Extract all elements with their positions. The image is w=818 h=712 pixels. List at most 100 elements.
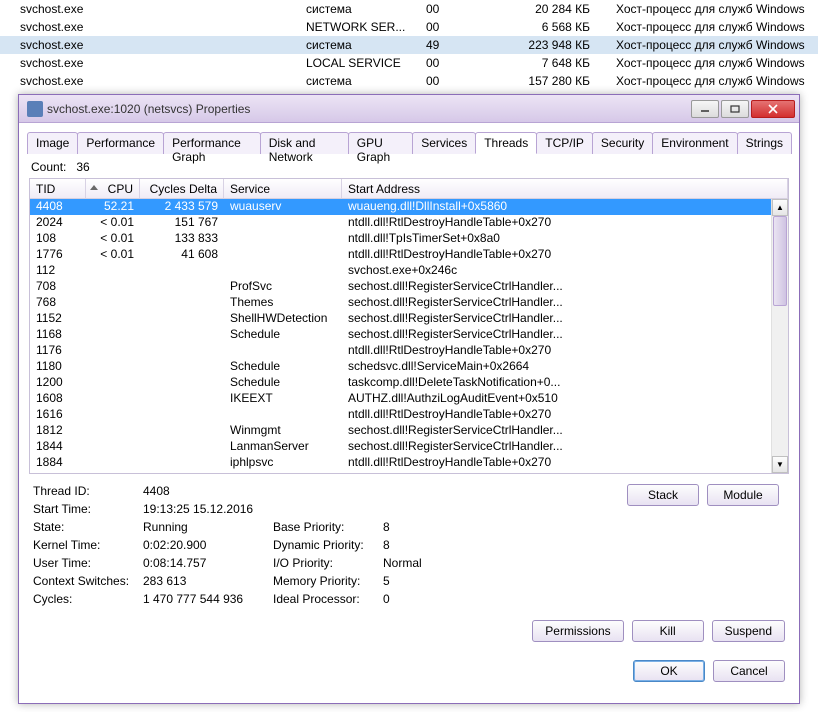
- col-cpu[interactable]: CPU: [86, 179, 140, 198]
- scroll-thumb[interactable]: [773, 216, 787, 306]
- process-desc: Хост-процесс для служб Windows: [610, 54, 818, 72]
- tab-strings[interactable]: Strings: [737, 132, 792, 154]
- thread-row[interactable]: 1200Scheduletaskcomp.dll!DeleteTaskNotif…: [30, 375, 771, 391]
- thread-service: ProfSvc: [224, 279, 342, 295]
- thread-row[interactable]: 708ProfSvcsechost.dll!RegisterServiceCtr…: [30, 279, 771, 295]
- dynamic-priority-value: 8: [383, 538, 463, 552]
- process-row[interactable]: svchost.exeNETWORK SER...006 568 КБХост-…: [0, 18, 818, 36]
- list-header[interactable]: TID CPU Cycles Delta Service Start Addre…: [30, 179, 788, 199]
- process-mem: 7 648 КБ: [470, 54, 610, 72]
- thread-service: Winmgmt: [224, 423, 342, 439]
- tab-performance[interactable]: Performance: [77, 132, 164, 154]
- process-name: svchost.exe: [0, 36, 300, 54]
- thread-cycles: 151 767: [140, 215, 224, 231]
- minimize-button[interactable]: [691, 100, 719, 118]
- ok-button[interactable]: OK: [633, 660, 705, 682]
- scroll-down-icon[interactable]: ▼: [772, 456, 788, 473]
- base-priority-value: 8: [383, 520, 463, 534]
- thread-tid: 108: [30, 231, 86, 247]
- thread-tid: 768: [30, 295, 86, 311]
- thread-tid: 4408: [30, 199, 86, 215]
- tab-services[interactable]: Services: [412, 132, 476, 154]
- io-priority-label: I/O Priority:: [273, 556, 383, 570]
- thread-id-value: 4408: [143, 484, 273, 498]
- maximize-button[interactable]: [721, 100, 749, 118]
- tab-strip: ImagePerformancePerformance GraphDisk an…: [27, 131, 791, 154]
- permissions-button[interactable]: Permissions: [532, 620, 623, 642]
- thread-service: iphlpsvc: [224, 455, 342, 471]
- tab-threads[interactable]: Threads: [475, 132, 537, 154]
- state-label: State:: [33, 520, 143, 534]
- cancel-button[interactable]: Cancel: [713, 660, 785, 682]
- tab-environment[interactable]: Environment: [652, 132, 737, 154]
- module-button[interactable]: Module: [707, 484, 779, 506]
- tab-gpu-graph[interactable]: GPU Graph: [348, 132, 413, 154]
- thread-service: Schedule: [224, 327, 342, 343]
- title-text: svchost.exe:1020 (netsvcs) Properties: [47, 102, 691, 116]
- thread-address: sechost.dll!RegisterServiceCtrlHandler..…: [342, 423, 771, 439]
- col-service[interactable]: Service: [224, 179, 342, 198]
- tab-performance-graph[interactable]: Performance Graph: [163, 132, 261, 154]
- thread-row[interactable]: 1616ntdll.dll!RtlDestroyHandleTable+0x27…: [30, 407, 771, 423]
- tab-image[interactable]: Image: [27, 132, 78, 154]
- process-row[interactable]: svchost.exeLOCAL SERVICE007 648 КБХост-п…: [0, 54, 818, 72]
- count-value: 36: [76, 160, 89, 174]
- thread-row[interactable]: 108< 0.01133 833ntdll.dll!TpIsTimerSet+0…: [30, 231, 771, 247]
- context-switches-value: 283 613: [143, 574, 273, 588]
- thread-address: ntdll.dll!RtlDestroyHandleTable+0x270: [342, 455, 771, 471]
- thread-row[interactable]: 1844LanmanServersechost.dll!RegisterServ…: [30, 439, 771, 455]
- thread-cycles: [140, 263, 224, 279]
- thread-address: sechost.dll!RegisterServiceCtrlHandler..…: [342, 311, 771, 327]
- thread-service: [224, 215, 342, 231]
- process-user: система: [300, 0, 420, 18]
- scroll-track[interactable]: [772, 216, 788, 456]
- thread-address: schedsvc.dll!ServiceMain+0x2664: [342, 359, 771, 375]
- thread-row[interactable]: 440852.212 433 579wuauservwuaueng.dll!Dl…: [30, 199, 771, 215]
- thread-row[interactable]: 1180Scheduleschedsvc.dll!ServiceMain+0x2…: [30, 359, 771, 375]
- col-tid[interactable]: TID: [30, 179, 86, 198]
- thread-address: ntdll.dll!RtlDestroyHandleTable+0x270: [342, 247, 771, 263]
- list-body[interactable]: 440852.212 433 579wuauservwuaueng.dll!Dl…: [30, 199, 771, 473]
- process-user: LOCAL SERVICE: [300, 54, 420, 72]
- context-switches-label: Context Switches:: [33, 574, 143, 588]
- thread-row[interactable]: 1176ntdll.dll!RtlDestroyHandleTable+0x27…: [30, 343, 771, 359]
- thread-address: taskcomp.dll!DeleteTaskNotification+0...: [342, 375, 771, 391]
- thread-row[interactable]: 1776< 0.0141 608ntdll.dll!RtlDestroyHand…: [30, 247, 771, 263]
- kill-button[interactable]: Kill: [632, 620, 704, 642]
- scroll-up-icon[interactable]: ▲: [772, 199, 788, 216]
- col-address[interactable]: Start Address: [342, 179, 788, 198]
- thread-cpu: [86, 423, 140, 439]
- thread-row[interactable]: 1608IKEEXTAUTHZ.dll!AuthziLogAuditEvent+…: [30, 391, 771, 407]
- process-name: svchost.exe: [0, 54, 300, 72]
- process-row[interactable]: svchost.exeсистема00157 280 КБХост-проце…: [0, 72, 818, 90]
- count-label: Count:: [31, 160, 66, 174]
- thread-cpu: [86, 343, 140, 359]
- close-button[interactable]: [751, 100, 795, 118]
- tab-disk-and-network[interactable]: Disk and Network: [260, 132, 349, 154]
- thread-row[interactable]: 1884iphlpsvcntdll.dll!RtlDestroyHandleTa…: [30, 455, 771, 471]
- thread-address: ntdll.dll!RtlDestroyHandleTable+0x270: [342, 407, 771, 423]
- stack-button[interactable]: Stack: [627, 484, 699, 506]
- suspend-button[interactable]: Suspend: [712, 620, 785, 642]
- thread-row[interactable]: 1168Schedulesechost.dll!RegisterServiceC…: [30, 327, 771, 343]
- thread-row[interactable]: 1152ShellHWDetectionsechost.dll!Register…: [30, 311, 771, 327]
- titlebar[interactable]: svchost.exe:1020 (netsvcs) Properties: [19, 95, 799, 123]
- col-cycles[interactable]: Cycles Delta: [140, 179, 224, 198]
- process-name: svchost.exe: [0, 0, 300, 18]
- thread-row[interactable]: 112svchost.exe+0x246c: [30, 263, 771, 279]
- properties-dialog: svchost.exe:1020 (netsvcs) Properties Im…: [18, 94, 800, 704]
- process-user: система: [300, 72, 420, 90]
- tab-tcp/ip[interactable]: TCP/IP: [536, 132, 593, 154]
- thread-tid: 2024: [30, 215, 86, 231]
- process-cpu: 00: [420, 0, 470, 18]
- process-row[interactable]: svchost.exeсистема49223 948 КБХост-проце…: [0, 36, 818, 54]
- process-row[interactable]: svchost.exeсистема0020 284 КБХост-процес…: [0, 0, 818, 18]
- thread-row[interactable]: 768Themessechost.dll!RegisterServiceCtrl…: [30, 295, 771, 311]
- tab-security[interactable]: Security: [592, 132, 653, 154]
- thread-cpu: < 0.01: [86, 231, 140, 247]
- thread-row[interactable]: 1812Winmgmtsechost.dll!RegisterServiceCt…: [30, 423, 771, 439]
- ideal-processor-label: Ideal Processor:: [273, 592, 383, 606]
- thread-row[interactable]: 2024< 0.01151 767ntdll.dll!RtlDestroyHan…: [30, 215, 771, 231]
- process-user: NETWORK SER...: [300, 18, 420, 36]
- scrollbar[interactable]: ▲ ▼: [771, 199, 788, 473]
